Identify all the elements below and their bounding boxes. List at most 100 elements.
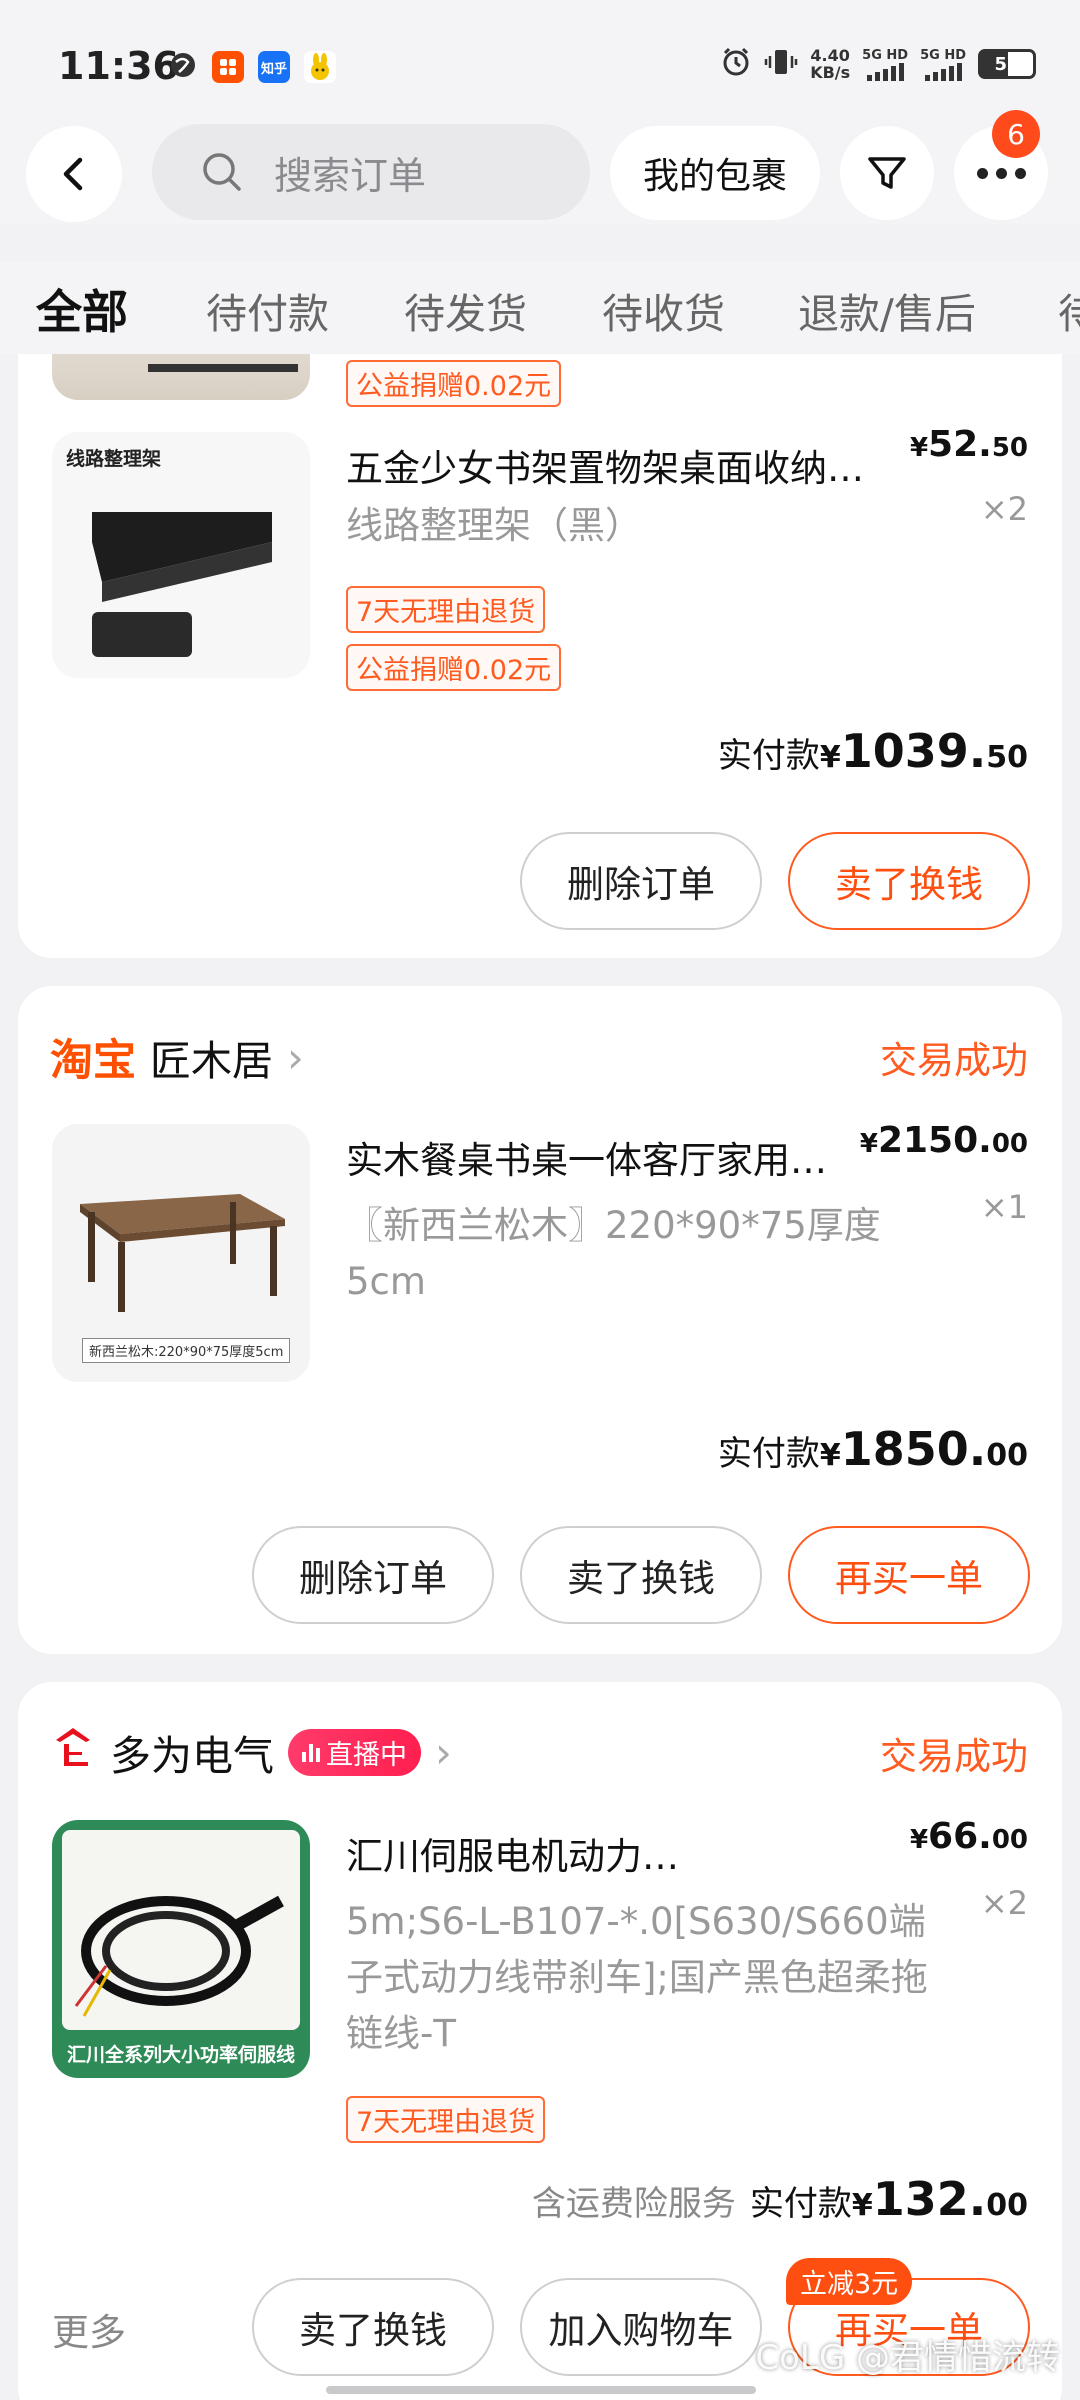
unit-price: ¥52.50 <box>910 424 1028 465</box>
net-speed-value: 4.40 <box>810 46 850 65</box>
cable-image <box>74 1895 284 2017</box>
sim2-label: 5G HD <box>920 47 966 63</box>
home-indicator[interactable] <box>326 2386 756 2394</box>
thumb-caption: 汇川全系列大小功率伺服线 <box>66 2044 295 2066</box>
paid-amount: 实付款¥1039.50 <box>718 724 1028 778</box>
search-input[interactable]: 搜索订单 <box>152 124 590 220</box>
sell-for-cash-button[interactable]: 卖了换钱 <box>252 2278 494 2376</box>
live-icon <box>302 1742 320 1762</box>
filter-button[interactable] <box>840 126 934 220</box>
product-title[interactable]: 汇川伺服电机动力… <box>346 1826 679 1880</box>
product-thumbnail[interactable]: 线路整理架 <box>52 432 310 678</box>
paid-label: 实付款 <box>749 2184 852 2224</box>
quantity: ×2 <box>980 1884 1028 1922</box>
sell-for-cash-button[interactable]: 卖了换钱 <box>788 832 1030 930</box>
globe-icon <box>168 50 198 84</box>
search-placeholder: 搜索订单 <box>274 153 427 198</box>
more-link[interactable]: 更多 <box>52 2302 126 2356</box>
price-decimal: 00 <box>991 1129 1028 1159</box>
signal-sim2: 5G HD <box>920 48 966 81</box>
zhihu-app-icon: 知乎 <box>258 51 290 83</box>
tab-refund-aftersale[interactable]: 退款/售后 <box>798 280 976 340</box>
clock: 11:36 <box>58 44 179 88</box>
price-main: 2150. <box>877 1120 992 1161</box>
dot-icon <box>995 167 1007 179</box>
add-to-cart-button[interactable]: 加入购物车 <box>520 2278 762 2376</box>
watermark: CoLG @君情惜流转 <box>755 2338 1060 2378</box>
tab-pending-shipment[interactable]: 待发货 <box>404 280 527 340</box>
order-status: 交易成功 <box>880 1039 1028 1082</box>
vibrate-icon <box>764 46 798 82</box>
paid-label: 实付款 <box>717 736 820 776</box>
order-card: 公益捐赠0.02元 线路整理架 五金少女书架置物架桌面收纳… ¥52.50 线路… <box>18 354 1062 958</box>
sell-for-cash-button[interactable]: 卖了换钱 <box>520 1526 762 1624</box>
paid-decimal: 50 <box>986 740 1028 775</box>
net-speed-unit: KB/s <box>810 63 851 82</box>
shop-header[interactable]: 多为电气 直播中 › <box>50 1722 452 1782</box>
order-status: 交易成功 <box>880 1735 1028 1778</box>
product-spec: 〖新西兰松木〗220*90*75厚度5cm <box>346 1204 881 1303</box>
price-main: 52. <box>928 424 992 465</box>
chevron-left-icon <box>63 157 83 191</box>
signal-bars-icon <box>866 62 904 81</box>
shop-name: 多为电气 <box>110 1732 274 1780</box>
my-parcels-button[interactable]: 我的包裹 <box>610 126 820 220</box>
chevron-right-icon: › <box>435 1727 452 1777</box>
bunny-app-icon <box>304 51 336 83</box>
shop-name: 匠木居 <box>150 1037 273 1085</box>
product-spec: 线路整理架（黑） <box>346 504 642 547</box>
paid-main: 1850. <box>840 1422 987 1476</box>
price-main: 66. <box>928 1816 992 1857</box>
return-policy-tag: 7天无理由退货 <box>346 586 546 633</box>
tab-pending-payment[interactable]: 待付款 <box>206 280 329 340</box>
paid-label: 实付款 <box>717 1434 820 1474</box>
quantity: ×2 <box>980 490 1028 528</box>
battery-icon: 51 <box>978 49 1036 79</box>
paid-main: 1039. <box>840 724 987 778</box>
delete-order-button[interactable]: 删除订单 <box>520 832 762 930</box>
product-thumbnail[interactable]: 汇川全系列大小功率伺服线 <box>52 1820 310 2078</box>
thumb-caption: 线路整理架 <box>66 448 162 470</box>
buy-again-button[interactable]: 再买一单 <box>788 1526 1030 1624</box>
delete-order-button[interactable]: 删除订单 <box>252 1526 494 1624</box>
price-decimal: 00 <box>991 1825 1028 1855</box>
product-thumbnail[interactable] <box>52 354 310 400</box>
shipping-insurance-note: 含运费险服务 <box>531 2184 736 2224</box>
product-spec: 5m;S6-L-B107-*.0[S630/S660端子式动力线带刹车];国产黑… <box>346 1900 928 2055</box>
cable-tray-image <box>92 512 272 657</box>
thumb-caption: 新西兰松木:220*90*75厚度5cm <box>82 1338 291 1363</box>
charity-tag: 公益捐赠0.02元 <box>346 644 562 691</box>
alarm-icon <box>720 46 752 82</box>
shop-header[interactable]: 淘宝 匠木居 › <box>50 1026 304 1088</box>
tab-pending-receipt[interactable]: 待收货 <box>602 280 725 340</box>
dot-icon <box>976 167 988 179</box>
tab-all[interactable]: 全部 <box>36 276 128 342</box>
paid-decimal: 00 <box>986 1438 1028 1473</box>
paid-currency: ¥ <box>819 740 841 775</box>
search-icon <box>203 153 241 191</box>
unit-price: ¥66.00 <box>910 1816 1028 1857</box>
status-bar: 11:36 知乎 4.40 KB/s 5G HD 5G HD 51 <box>0 0 1080 130</box>
paid-currency: ¥ <box>819 1438 841 1473</box>
taobao-app-icon <box>212 51 244 83</box>
tab-pending-review[interactable]: 待 <box>1058 280 1080 340</box>
live-badge[interactable]: 直播中 <box>288 1728 421 1776</box>
product-thumbnail[interactable]: 新西兰松木:220*90*75厚度5cm <box>52 1124 310 1382</box>
network-speed: 4.40 KB/s <box>810 47 850 81</box>
filter-icon <box>868 157 906 189</box>
system-indicators: 4.40 KB/s 5G HD 5G HD 51 <box>720 46 1036 82</box>
top-bar: 搜索订单 我的包裹 6 <box>0 110 1080 225</box>
product-title[interactable]: 五金少女书架置物架桌面收纳… <box>346 438 864 492</box>
product-title[interactable]: 实木餐桌书桌一体客厅家用… <box>346 1130 827 1184</box>
paid-amount: 含运费险服务 实付款¥132.00 <box>532 2172 1028 2226</box>
back-button[interactable] <box>26 126 122 222</box>
charity-tag: 公益捐赠0.02元 <box>346 360 562 407</box>
paid-amount: 实付款¥1850.00 <box>718 1422 1028 1476</box>
notification-icons: 知乎 <box>168 50 336 84</box>
paid-currency: ¥ <box>851 2188 873 2223</box>
price-currency: ¥ <box>909 1825 929 1855</box>
price-currency: ¥ <box>859 1129 878 1159</box>
signal-sim1: 5G HD <box>862 48 908 81</box>
taobao-logo: 淘宝 <box>50 1036 136 1086</box>
order-card: 多为电气 直播中 › 交易成功 汇川全系列大小功率伺服线 汇川伺服电机动力… ¥… <box>18 1682 1062 2400</box>
